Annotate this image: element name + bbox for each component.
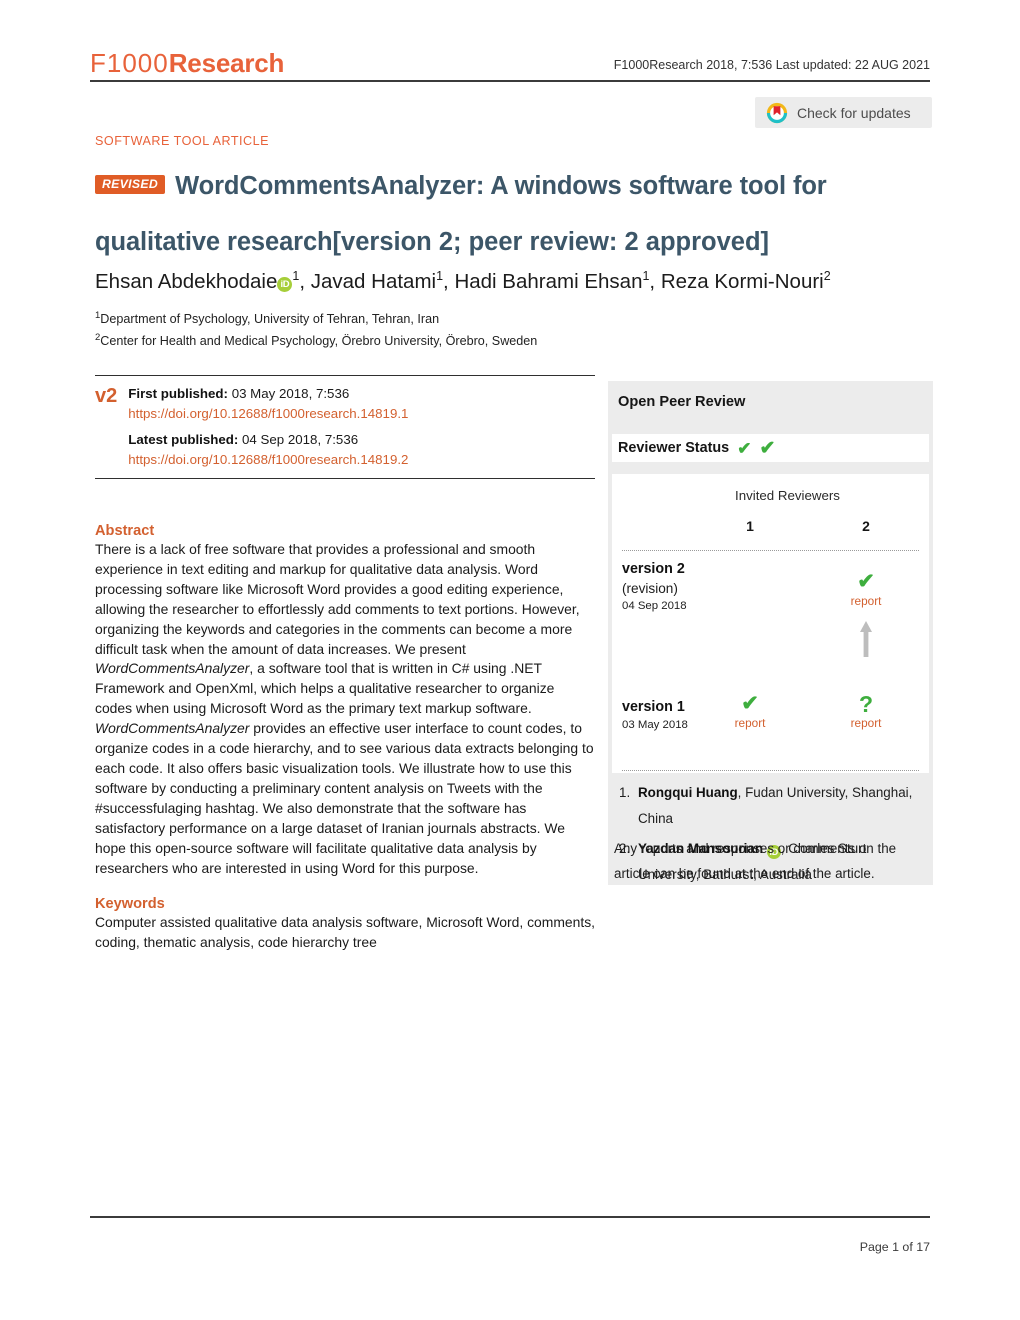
article-type-label: SOFTWARE TOOL ARTICLE	[95, 134, 270, 148]
title-line-2: qualitative research	[95, 228, 333, 256]
publication-info-box: v2 First published: 03 May 2018, 7:536 h…	[95, 375, 595, 479]
revised-badge: REVISED	[95, 175, 166, 194]
version-progression-arrow-icon	[859, 620, 873, 658]
version-row-date: 03 May 2018	[622, 719, 688, 731]
affiliation-item: 1Department of Psychology, University of…	[95, 307, 795, 329]
approved-check-icon: ✔	[857, 570, 875, 593]
author-affil-marker: 2	[823, 269, 831, 283]
journal-citation-meta: F1000Research 2018, 7:536 Last updated: …	[613, 58, 930, 72]
page-number: Page 1 of 17	[859, 1240, 930, 1254]
review-cell-v1-r1: ✔ report	[715, 692, 785, 731]
title-version-note: [version 2; peer review: 2 approved]	[332, 228, 770, 256]
list-item: 1. Rongqui Huang, Fudan University, Shan…	[616, 780, 928, 832]
check-for-updates-label: Check for updates	[797, 104, 911, 121]
page-title: REVISED WordCommentsAnalyzer: A windows s…	[95, 158, 930, 270]
affiliation-list: 1Department of Psychology, University of…	[95, 307, 795, 350]
logo-text-f1000: F1000	[90, 48, 169, 78]
keywords-text: Computer assisted qualitative data analy…	[95, 914, 596, 951]
version-row-name: version 1	[622, 699, 685, 715]
author-affil-marker: 1	[436, 269, 444, 283]
version-row-sub: (revision)	[622, 581, 678, 596]
report-link[interactable]: report	[831, 716, 901, 730]
f1000research-logo: F1000Research	[90, 48, 284, 79]
reviewer-status-label: Reviewer Status	[618, 440, 730, 456]
table-divider-bottom	[622, 770, 919, 771]
version-row-date: 04 Sep 2018	[622, 600, 687, 612]
author-name-1[interactable]: Ehsan Abdekhodaie	[95, 270, 277, 293]
abstract-section: Abstract There is a lack of free softwar…	[95, 523, 595, 878]
orcid-icon[interactable]: iD	[277, 276, 293, 292]
abstract-heading: Abstract	[95, 523, 155, 539]
reviewer-index: 1.	[619, 785, 631, 800]
open-peer-review-title: Open Peer Review	[618, 394, 746, 410]
version-tag: v2	[95, 385, 118, 407]
reviewer-column-2: 2	[862, 518, 870, 534]
author-name-4[interactable]: Reza Kormi-Nouri	[661, 270, 824, 293]
table-divider-top	[622, 550, 919, 551]
report-link[interactable]: report	[715, 716, 785, 730]
affiliation-text: Department of Psychology, University of …	[100, 312, 440, 327]
version-row-name: version 2	[622, 561, 685, 577]
review-cell-v2-r2: ✔ report	[831, 570, 901, 609]
latest-published-doi-link[interactable]: https://doi.org/10.12688/f1000research.1…	[128, 452, 408, 467]
article-page: F1000Research F1000Research 2018, 7:536 …	[0, 0, 1020, 1320]
software-name-emphasis: WordCommentsAnalyzer	[95, 660, 250, 677]
author-affil-marker: 1	[292, 269, 300, 283]
invited-reviewers-label: Invited Reviewers	[735, 488, 840, 503]
affiliation-item: 2Center for Health and Medical Psycholog…	[95, 329, 795, 351]
abstract-text: There is a lack of free software that pr…	[95, 541, 594, 876]
table-row: version 1 03 May 2018	[622, 698, 688, 733]
latest-published-group: Latest published: 04 Sep 2018, 7:536 htt…	[128, 430, 408, 469]
open-peer-review-panel: Open Peer Review Reviewer Status ✔ ✔ Inv…	[608, 381, 933, 885]
approved-check-icon: ✔	[741, 692, 759, 715]
keywords-section: Keywords Computer assisted qualitative d…	[95, 896, 595, 953]
reviewer-column-1: 1	[746, 518, 754, 534]
keywords-heading: Keywords	[95, 896, 165, 913]
masthead: F1000Research F1000Research 2018, 7:536 …	[90, 48, 930, 84]
affiliation-text: Center for Health and Medical Psychology…	[100, 333, 538, 348]
author-list: Ehsan Abdekhodaie iD1, Javad Hatami1, Had…	[95, 269, 831, 293]
table-row: version 2 (revision) 04 Sep 2018	[622, 560, 687, 614]
approved-check-icon: ✔	[759, 437, 776, 459]
logo-text-research: Research	[168, 48, 285, 78]
reviewer-column-headers: 1 2	[612, 518, 929, 540]
check-for-updates-button[interactable]: Check for updates	[755, 97, 932, 128]
first-published-group: First published: 03 May 2018, 7:536 http…	[128, 384, 408, 423]
latest-published-label: Latest published:	[128, 432, 239, 447]
title-line-1: WordCommentsAnalyzer: A windows software…	[175, 172, 827, 200]
peer-review-footnote: Any reports and responses or comments on…	[614, 841, 897, 881]
software-name-emphasis: WordCommentsAnalyzer	[95, 720, 250, 737]
first-published-value: 03 May 2018, 7:536	[231, 386, 350, 401]
crossmark-circle-bookmark-icon	[766, 102, 788, 124]
author-name-3[interactable]: Hadi Bahrami Ehsan	[454, 270, 642, 293]
author-affil-marker: 1	[642, 269, 650, 283]
first-published-doi-link[interactable]: https://doi.org/10.12688/f1000research.1…	[128, 406, 408, 421]
approved-with-reservations-question-icon: ?	[858, 691, 874, 717]
reviewer-name[interactable]: Rongqui Huang	[638, 785, 738, 800]
left-column: v2 First published: 03 May 2018, 7:536 h…	[95, 375, 595, 953]
first-published-label: First published:	[128, 386, 228, 401]
reviewer-status-row: Reviewer Status ✔ ✔	[612, 434, 929, 462]
latest-published-value: 04 Sep 2018, 7:536	[242, 432, 359, 447]
header-divider	[90, 80, 930, 82]
approved-check-icon: ✔	[737, 438, 752, 458]
review-cell-v1-r2: ? report	[831, 691, 901, 731]
reviewer-status-table: Invited Reviewers 1 2 version 2 (revisio…	[612, 474, 929, 773]
report-link[interactable]: report	[831, 594, 901, 608]
author-name-2[interactable]: Javad Hatami	[311, 270, 436, 293]
footer-divider	[90, 1216, 930, 1218]
publication-lines: First published: 03 May 2018, 7:536 http…	[128, 384, 408, 469]
